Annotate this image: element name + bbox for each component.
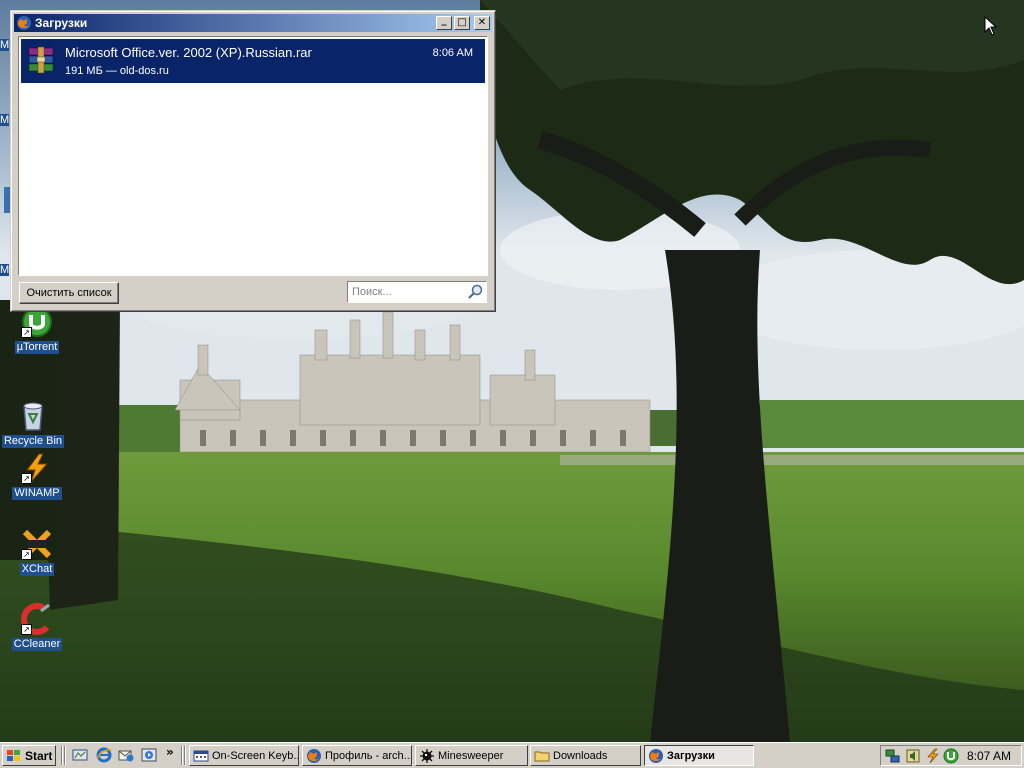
shortcut-arrow-icon: ↗ [21, 624, 32, 635]
show-desktop-icon[interactable] [72, 747, 88, 763]
clear-list-button[interactable]: Очистить список [19, 282, 119, 304]
search-input[interactable] [350, 284, 466, 300]
volume-icon[interactable] [905, 748, 921, 764]
download-meta: 191 МБ — old-dos.ru [65, 65, 169, 77]
window-title: Загрузки [35, 16, 88, 30]
minimize-icon: _ [441, 15, 447, 26]
shortcut-arrow-icon: ↗ [21, 473, 32, 484]
taskbar-separator [181, 746, 183, 765]
windows-logo-icon [7, 749, 20, 761]
task-label: Загрузки [667, 749, 715, 762]
download-filename: Microsoft Office.ver. 2002 (XP).Russian.… [65, 45, 312, 60]
task-profile[interactable]: Профиль - arch... [302, 745, 412, 766]
mouse-cursor-icon [984, 16, 998, 36]
network-icon[interactable] [885, 748, 901, 764]
shortcut-arrow-icon: ↗ [21, 327, 32, 338]
task-downloads-folder[interactable]: Downloads [530, 745, 641, 766]
search-box[interactable] [347, 281, 487, 303]
maximize-icon: □ [457, 17, 467, 28]
task-minesweeper[interactable]: Minesweeper [415, 745, 528, 766]
start-button[interactable]: Start [2, 745, 56, 766]
desktop-icon-label: XChat [19, 563, 55, 576]
taskbar: Start » On-Screen Keyb... Профиль - arch… [0, 742, 1024, 768]
downloads-list[interactable]: Microsoft Office.ver. 2002 (XP).Russian.… [18, 36, 488, 276]
winamp-icon: ↗ [21, 452, 53, 484]
winamp-tray-icon[interactable] [925, 748, 941, 764]
internet-explorer-icon[interactable] [96, 747, 112, 763]
utorrent-tray-icon[interactable] [943, 748, 959, 764]
desktop-icon-label: CCleaner [11, 638, 63, 651]
shortcut-arrow-icon: ↗ [21, 549, 32, 560]
system-tray: 8:07 AM [880, 745, 1022, 766]
desktop-icon-winamp[interactable]: ↗ WINAMP [1, 452, 73, 500]
search-icon[interactable] [467, 284, 483, 300]
folder-icon [534, 751, 550, 761]
winrar-archive-icon [28, 46, 54, 74]
desktop-icon-label: µTorrent [14, 341, 60, 354]
desktop-icon-xchat[interactable]: ↗ XChat [1, 528, 73, 576]
desktop-icon-partial-label: M [0, 114, 10, 126]
taskbar-separator [184, 746, 186, 765]
mine-icon [420, 748, 434, 763]
clock[interactable]: 8:07 AM [967, 749, 1011, 763]
task-label: Профиль - arch... [325, 749, 412, 762]
desktop-icon-label: Recycle Bin [1, 435, 65, 448]
download-item[interactable]: Microsoft Office.ver. 2002 (XP).Russian.… [21, 39, 485, 83]
firefox-icon [17, 16, 31, 30]
task-zagruzki[interactable]: Загрузки [644, 745, 754, 766]
task-label: On-Screen Keyb... [212, 749, 299, 762]
taskbar-separator [64, 746, 66, 765]
task-label: Downloads [553, 749, 608, 762]
quick-launch-more-icon[interactable]: » [166, 745, 174, 759]
desktop-icon-partial-label: M [0, 39, 10, 51]
downloads-window[interactable]: Загрузки _ □ ✕ Microsoft Office.ver. 200… [10, 10, 496, 312]
download-time: 8:06 AM [432, 47, 473, 59]
desktop-icon-ccleaner[interactable]: ↗ CCleaner [1, 603, 73, 651]
task-on-screen-keyboard[interactable]: On-Screen Keyb... [189, 745, 299, 766]
windows-media-icon[interactable] [141, 747, 157, 763]
taskbar-separator [61, 746, 63, 765]
minimize-button[interactable]: _ [436, 16, 452, 30]
xchat-icon: ↗ [21, 528, 53, 560]
desktop-icon-utorrent[interactable]: ↗ µTorrent [1, 306, 73, 354]
keyboard-icon [193, 750, 209, 761]
firefox-icon [649, 748, 663, 763]
close-icon: ✕ [477, 17, 487, 28]
ccleaner-icon: ↗ [21, 603, 53, 635]
outlook-express-icon[interactable] [118, 747, 134, 763]
firefox-icon [307, 748, 321, 763]
maximize-button[interactable]: □ [454, 16, 470, 30]
task-label: Minesweeper [438, 749, 504, 762]
desktop-icon-recycle-bin[interactable]: Recycle Bin [0, 400, 69, 448]
desktop-icon-label: WINAMP [12, 487, 62, 500]
recycle-bin-icon [17, 400, 49, 432]
close-button[interactable]: ✕ [474, 16, 490, 30]
desktop-icon-partial-label: M [0, 264, 10, 276]
window-titlebar[interactable]: Загрузки _ □ ✕ [14, 14, 492, 32]
start-label: Start [25, 748, 53, 763]
